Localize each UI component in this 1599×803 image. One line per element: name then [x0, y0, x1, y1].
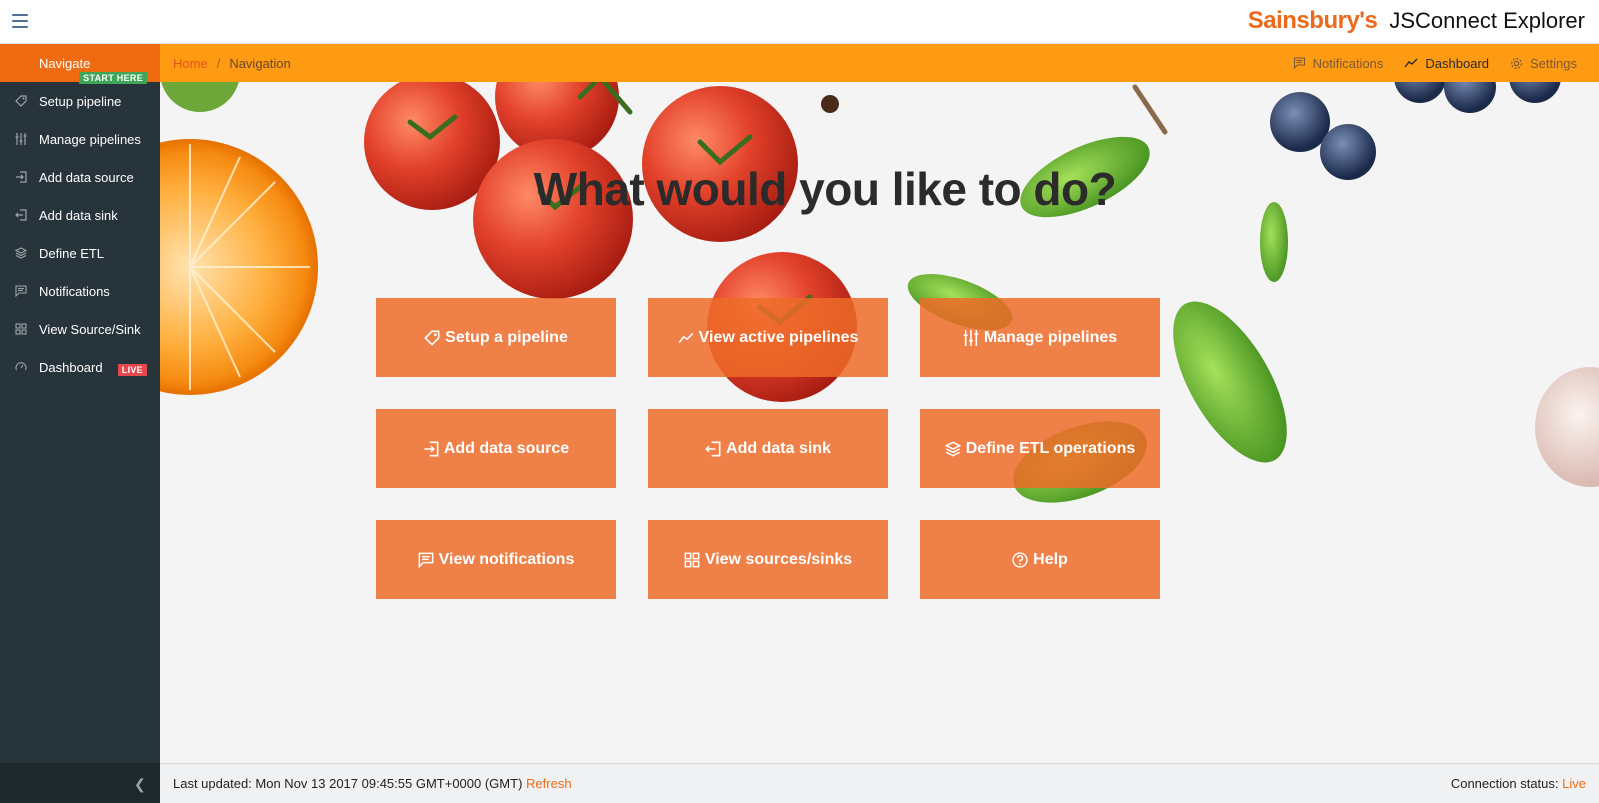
live-badge: LIVE [117, 364, 147, 376]
sidebar-item-define-etl[interactable]: Define ETL [0, 234, 160, 272]
grid-icon [684, 552, 700, 567]
breadcrumb-separator: / [216, 55, 221, 71]
dashboard-link-label: Dashboard [1425, 55, 1490, 71]
tile-label: View active pipelines [698, 328, 859, 346]
breadcrumb-home-link[interactable]: Home [173, 56, 208, 71]
tile-label: Define ETL operations [965, 439, 1136, 457]
main-content: What would you like to do? Setup a pipel… [160, 82, 1599, 763]
sidebar-collapse-bar: ❮ [0, 763, 160, 803]
message-icon [1293, 57, 1305, 69]
layers-icon [15, 247, 27, 259]
sidebar-item-label: Setup pipeline [39, 93, 122, 109]
add-data-source-tile[interactable]: Add data source [376, 409, 616, 488]
setup-pipeline-tile[interactable]: Setup a pipeline [376, 298, 616, 377]
logout-icon [15, 209, 27, 221]
view-sources-sinks-tile[interactable]: View sources/sinks [648, 520, 888, 599]
message-icon [418, 552, 434, 568]
last-updated-text: Last updated: Mon Nov 13 2017 09:45:55 G… [173, 776, 523, 791]
line-chart-icon [678, 332, 694, 343]
tile-label: Add data source [443, 439, 570, 457]
tile-label: Setup a pipeline [445, 328, 568, 346]
refresh-link[interactable]: Refresh [526, 776, 572, 791]
breadcrumb-bar: Home / Navigation Notifications Dashboar… [160, 44, 1599, 82]
sidebar-item-label: View Source/Sink [39, 321, 141, 337]
sidebar-item-label: Manage pipelines [39, 131, 141, 147]
sliders-icon [15, 133, 27, 145]
sidebar-item-label: Dashboard [39, 359, 103, 375]
message-icon [15, 285, 27, 297]
logout-icon [705, 441, 721, 456]
tag-icon [15, 95, 27, 107]
tile-label: View notifications [438, 550, 575, 568]
question-icon [1012, 551, 1028, 568]
sidebar-item-setup-pipeline[interactable]: Setup pipeline [0, 82, 160, 120]
sidebar-item-label: Add data source [39, 169, 134, 185]
sidebar-item-add-data-sink[interactable]: Add data sink [0, 196, 160, 234]
hamburger-menu-icon[interactable] [12, 14, 28, 28]
gear-icon [1511, 57, 1522, 69]
view-notifications-tile[interactable]: View notifications [376, 520, 616, 599]
breadcrumb-current: Navigation [229, 55, 291, 71]
sidebar-item-label: Navigate [39, 55, 91, 71]
chevron-left-icon[interactable]: ❮ [134, 776, 146, 793]
login-icon [424, 441, 439, 456]
grid-icon [15, 323, 27, 335]
settings-link[interactable]: Settings [1510, 56, 1577, 71]
sidebar-item-notifications[interactable]: Notifications [0, 272, 160, 310]
last-updated: Last updated: Mon Nov 13 2017 09:45:55 G… [173, 776, 572, 791]
app-title: JSConnect Explorer [1389, 8, 1585, 33]
status-footer: Last updated: Mon Nov 13 2017 09:45:55 G… [160, 763, 1599, 803]
notifications-link[interactable]: Notifications [1293, 55, 1384, 71]
sidebar-item-label: Add data sink [39, 207, 118, 223]
sidebar-item-manage-pipelines[interactable]: Manage pipelines [0, 120, 160, 158]
connection-status-value: Live [1562, 776, 1586, 791]
add-data-sink-tile[interactable]: Add data sink [648, 409, 888, 488]
top-header: Sainsbury's JSConnect Explorer [0, 0, 1599, 44]
tile-label: Manage pipelines [983, 328, 1118, 346]
gauge-icon [15, 362, 27, 371]
brand-logo: Sainsbury's [1247, 7, 1378, 34]
sidebar-item-label: Notifications [39, 283, 110, 299]
notifications-link-label: Notifications [1312, 55, 1384, 71]
tile-label: View sources/sinks [704, 550, 853, 568]
sidebar-item-add-data-source[interactable]: Add data source [0, 158, 160, 196]
settings-link-label: Settings [1530, 55, 1577, 71]
tag-icon [424, 330, 440, 346]
layers-icon [944, 441, 961, 456]
brand: Sainsbury's JSConnect Explorer [1248, 7, 1585, 35]
define-etl-tile[interactable]: Define ETL operations [920, 409, 1160, 488]
sidebar-item-dashboard[interactable]: Dashboard LIVE [0, 348, 160, 386]
page-headline: What would you like to do? [533, 163, 1117, 215]
sidebar-item-navigate[interactable]: Navigate START HERE [0, 44, 160, 84]
help-tile[interactable]: Help [920, 520, 1160, 599]
top-links: Notifications Dashboard Settings [1272, 44, 1577, 82]
line-chart-icon [1404, 58, 1418, 68]
connection-status-label: Connection status: [1450, 776, 1559, 791]
manage-pipelines-tile[interactable]: Manage pipelines [920, 298, 1160, 377]
tile-label: Add data sink [726, 439, 831, 457]
dashboard-link[interactable]: Dashboard [1404, 56, 1489, 71]
sliders-icon [963, 329, 979, 346]
view-active-pipelines-tile[interactable]: View active pipelines [648, 298, 888, 377]
tile-label: Help [1033, 550, 1068, 568]
connection-status: Connection status: Live [1451, 776, 1586, 791]
sidebar-item-label: Define ETL [39, 245, 105, 261]
login-icon [16, 171, 27, 183]
sidebar-item-view-source-sink[interactable]: View Source/Sink [0, 310, 160, 348]
sidebar: Navigate START HERE Setup pipeline Manag… [0, 44, 160, 803]
